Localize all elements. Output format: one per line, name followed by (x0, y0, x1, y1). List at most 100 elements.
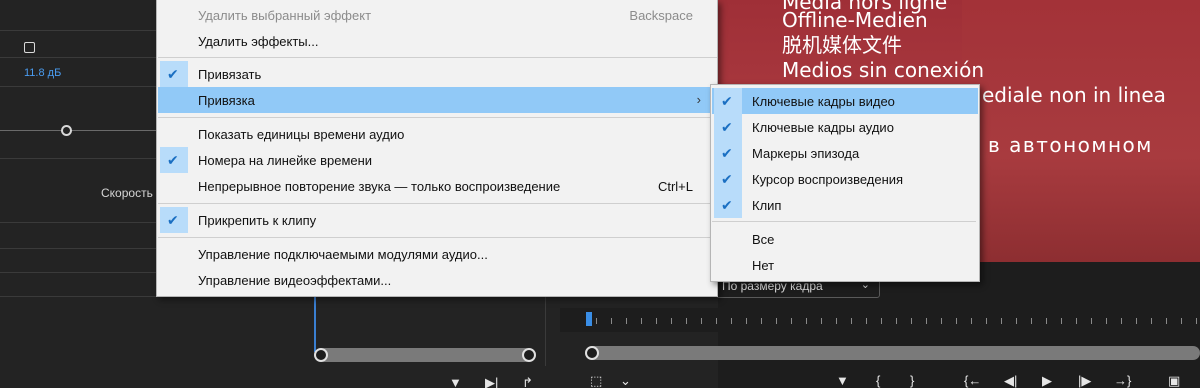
menu-item-manage-video-effects[interactable]: Управление видеоэффектами... (158, 267, 717, 293)
submenu-arrow-icon: › (696, 92, 701, 107)
effect-controls-panel: 11.8 дБ Скорость (0, 0, 158, 388)
play-audio-icon[interactable]: ▶| (485, 376, 498, 388)
menu-separator (158, 237, 717, 238)
ruler-tick (761, 318, 762, 324)
check-icon: ✔ (167, 152, 179, 168)
mark-out-icon[interactable]: } (910, 374, 914, 388)
ruler-tick (776, 318, 777, 324)
ruler-tick (806, 318, 807, 324)
check-icon-bg: ✔ (714, 114, 742, 140)
go-to-out-icon[interactable]: →} (1114, 374, 1131, 388)
slider-knob[interactable] (61, 125, 72, 136)
ruler-tick (1121, 318, 1122, 324)
menu-item-delete-selected-effect[interactable]: Удалить выбранный эффект Backspace (158, 2, 717, 28)
speed-label: Скорость (101, 186, 153, 200)
row-divider (0, 86, 158, 87)
row-divider (0, 158, 158, 159)
check-icon-bg: ✔ (160, 207, 188, 233)
ruler-tick (896, 318, 897, 324)
step-back-icon[interactable]: ◀| (1004, 374, 1017, 388)
slider-track[interactable] (0, 130, 158, 131)
check-icon: ✔ (721, 171, 733, 187)
ruler-tick (686, 318, 687, 324)
offline-text-es: Medios sin conexión (782, 58, 985, 82)
check-icon: ✔ (721, 145, 733, 161)
ruler-tick (731, 318, 732, 324)
check-icon: ✔ (167, 66, 179, 82)
menu-item-manage-audio-plugins[interactable]: Управление подключаемыми модулями аудио.… (158, 241, 717, 267)
ruler-tick (1061, 318, 1062, 324)
export-icon[interactable]: ↱ (522, 376, 533, 388)
submenu-item-label: Ключевые кадры аудио (752, 120, 894, 135)
safe-margins-icon[interactable]: ⬚ (590, 374, 602, 388)
menu-item-delete-effects[interactable]: Удалить эффекты... (158, 28, 717, 54)
menu-item-show-audio-time-units[interactable]: Показать единицы времени аудио (158, 121, 717, 147)
ruler-tick (1031, 318, 1032, 324)
ruler-tick (971, 318, 972, 324)
add-marker-icon[interactable]: ▼ (836, 374, 849, 388)
video-frame (962, 0, 1200, 262)
submenu-item-sequence-markers[interactable]: ✔ Маркеры эпизода (712, 140, 978, 166)
submenu-item-none[interactable]: Нет (712, 252, 978, 278)
menu-item-label: Удалить выбранный эффект (198, 8, 372, 23)
mark-in-icon[interactable]: { (876, 374, 880, 388)
menu-item-label: Непрерывное повторение звука — только во… (198, 179, 561, 194)
check-icon: ✔ (167, 212, 179, 228)
submenu-item-video-keyframes[interactable]: ✔ Ключевые кадры видео (712, 88, 978, 114)
time-ruler[interactable] (560, 308, 1200, 332)
volume-value[interactable]: 11.8 дБ (24, 67, 61, 79)
menu-item-loop-audio[interactable]: Непрерывное повторение звука — только во… (158, 173, 717, 199)
effect-playhead[interactable] (314, 296, 316, 352)
menu-separator (158, 203, 717, 204)
zoom-bar-handle-right[interactable] (522, 348, 536, 362)
ruler-tick (1181, 318, 1182, 324)
effect-zoom-bar[interactable] (318, 348, 532, 362)
menu-item-timeline-ruler-numbers[interactable]: ✔ Номера на линейке времени (158, 147, 717, 173)
submenu-item-clip[interactable]: ✔ Клип (712, 192, 978, 218)
playhead-marker[interactable] (586, 312, 592, 326)
menu-separator (158, 57, 717, 58)
zoom-bar-handle-left[interactable] (314, 348, 328, 362)
ruler-tick (671, 318, 672, 324)
menu-item-snap[interactable]: ✔ Привязать (158, 61, 717, 87)
step-forward-icon[interactable]: |▶ (1078, 374, 1091, 388)
go-to-in-icon[interactable]: {← (964, 374, 981, 388)
ruler-tick (866, 318, 867, 324)
menu-item-label: Удалить эффекты... (198, 34, 319, 49)
ruler-tick (1091, 318, 1092, 324)
row-divider (0, 296, 158, 297)
row-divider (0, 57, 158, 58)
export-frame-icon[interactable]: ▣ (1168, 374, 1180, 388)
submenu-item-label: Ключевые кадры видео (752, 94, 895, 109)
submenu-item-label: Нет (752, 258, 775, 273)
submenu-item-playhead[interactable]: ✔ Курсор воспроизведения (712, 166, 978, 192)
filter-icon[interactable]: ▼ (449, 376, 462, 388)
offline-text-ru: в автономном (988, 133, 1153, 157)
ruler-tick (1001, 318, 1002, 324)
menu-item-pin-to-clip[interactable]: ✔ Прикрепить к клипу (158, 207, 717, 233)
menu-item-label: Управление видеоэффектами... (198, 273, 392, 288)
menu-item-label: Номера на линейке времени (198, 153, 373, 168)
monitor-zoom-bar[interactable] (586, 346, 1200, 360)
submenu-item-label: Все (752, 232, 775, 247)
ruler-tick (1151, 318, 1152, 324)
ruler-tick (1166, 318, 1167, 324)
submenu-item-label: Маркеры эпизода (752, 146, 860, 161)
submenu-item-label: Курсор воспроизведения (752, 172, 904, 187)
submenu-item-audio-keyframes[interactable]: ✔ Ключевые кадры аудио (712, 114, 978, 140)
menu-item-snapping[interactable]: Привязка › (158, 87, 717, 113)
monitor-zoom-bar-handle[interactable] (585, 346, 599, 360)
effect-enable-checkbox[interactable] (24, 42, 35, 53)
chevron-down-icon[interactable]: ⌄ (620, 374, 631, 388)
ruler-tick (821, 318, 822, 324)
check-icon: ✔ (721, 93, 733, 109)
play-icon[interactable]: ▶ (1042, 374, 1052, 388)
menu-item-shortcut: Backspace (629, 8, 693, 23)
submenu-item-all[interactable]: Все (712, 226, 978, 252)
ruler-tick (851, 318, 852, 324)
offline-text-it: ediale non in linea (982, 83, 1166, 107)
ruler-tick (986, 318, 987, 324)
menu-item-label: Показать единицы времени аудио (198, 127, 405, 142)
menu-separator (712, 221, 976, 222)
ruler-tick (836, 318, 837, 324)
